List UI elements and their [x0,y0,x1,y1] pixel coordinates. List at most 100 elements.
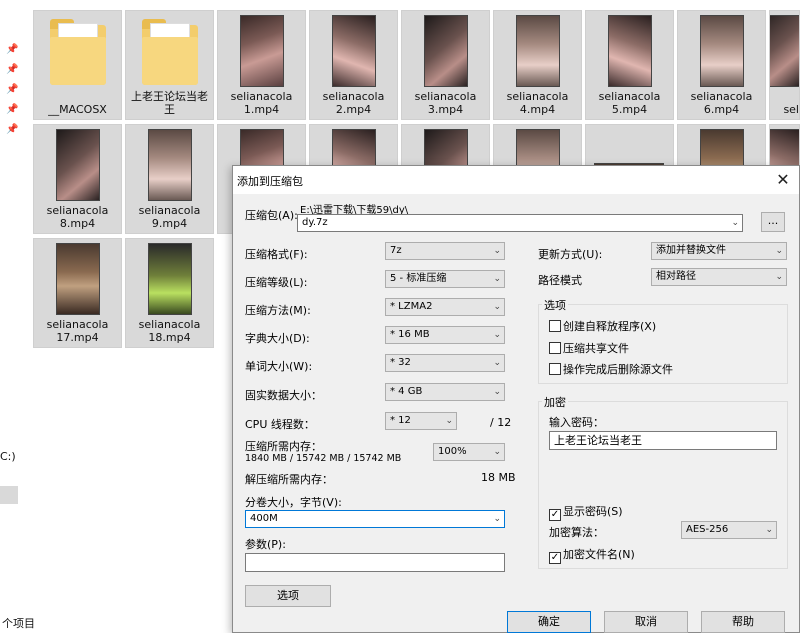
file-tile[interactable]: selianacola 4.mp4 [493,10,582,120]
file-name: selianacola 8.mp4 [46,204,109,230]
file-tile[interactable]: selianacola 6.mp4 [677,10,766,120]
word-select[interactable]: * 32 ⌄ [385,354,505,372]
pin-icon[interactable]: 📌 [6,124,18,135]
method-select[interactable]: * LZMA2 ⌄ [385,298,505,316]
folder-icon [142,19,198,85]
file-name: selianacola 17.mp4 [46,318,109,344]
file-tile[interactable]: selianacola 5.mp4 [585,10,674,120]
cpu-total: / 12 [490,416,512,429]
cpu-label: CPU 线程数： [245,418,315,431]
file-tile[interactable]: selianacola 2.mp4 [309,10,398,120]
ok-button[interactable]: 确定 [507,611,591,633]
nav-selected-item[interactable] [0,486,18,504]
file-tile[interactable]: __MACOSX [33,10,122,120]
video-thumbnail [424,15,468,87]
video-thumbnail [700,15,744,87]
solid-value: * 4 GB [390,386,423,397]
file-tile[interactable]: selianacola 9.mp4 [125,124,214,234]
close-icon[interactable]: ✕ [773,170,793,190]
dict-value: * 16 MB [390,329,430,340]
chevron-down-icon: ⌄ [493,330,501,340]
help-button[interactable]: 帮助 [701,611,785,633]
file-name: selianacola 4.mp4 [506,90,569,116]
check-icon[interactable]: ✓ [549,509,561,521]
show-password-checkbox[interactable]: ✓ 显示密码(S) [549,503,623,521]
split-value: 400M [250,513,278,524]
format-select[interactable]: 7z ⌄ [385,242,505,260]
file-name: sel [783,103,799,116]
options-button[interactable]: 选项 [245,585,331,607]
options-group-title: 选项 [542,297,568,313]
file-tile[interactable]: selianacola 17.mp4 [33,238,122,348]
video-thumbnail [332,15,376,87]
chevron-down-icon: ⌄ [445,416,453,426]
dict-label: 字典大小(D): [245,332,310,345]
chevron-down-icon: ⌄ [493,447,501,457]
show-password-label: 显示密码(S) [563,505,623,518]
file-name: selianacola 6.mp4 [690,90,753,116]
enc-method-select[interactable]: AES-256 ⌄ [681,521,777,539]
pin-icon[interactable]: 📌 [6,84,18,95]
navigation-pane: 📌 📌 📌 📌 📌 [0,0,26,633]
check-icon[interactable]: ✓ [549,552,561,564]
params-input[interactable] [245,553,505,572]
file-tile[interactable]: sel [769,10,800,120]
folder-icon [50,19,106,85]
shared-checkbox[interactable]: 压缩共享文件 [549,340,629,356]
dict-select[interactable]: * 16 MB ⌄ [385,326,505,344]
video-thumbnail [770,15,799,87]
mem-percent-select[interactable]: 100% ⌄ [433,443,505,461]
chevron-down-icon: ⌄ [765,525,773,535]
level-select[interactable]: 5 - 标准压缩 ⌄ [385,270,505,288]
checkbox-box[interactable] [549,363,561,375]
archive-name-input[interactable]: dy.7z ⌄ [297,214,743,232]
file-name: selianacola 2.mp4 [322,90,385,116]
file-tile[interactable]: selianacola 8.mp4 [33,124,122,234]
browse-button[interactable]: ... [761,212,785,232]
word-label: 单词大小(W): [245,360,313,373]
path-mode-label: 路径模式 [538,274,582,287]
solid-select[interactable]: * 4 GB ⌄ [385,383,505,401]
chevron-down-icon[interactable]: ⌄ [731,217,739,229]
chevron-down-icon: ⌄ [493,246,501,256]
cancel-button[interactable]: 取消 [604,611,688,633]
delete-source-checkbox[interactable]: 操作完成后删除源文件 [549,361,673,377]
dialog-title: 添加到压缩包 [237,175,303,188]
archive-label: 压缩包(A): [245,209,298,222]
password-input[interactable]: 上老王论坛当老王 [549,431,777,450]
format-label: 压缩格式(F): [245,248,308,261]
encryption-group-title: 加密 [542,394,568,410]
pin-icon[interactable]: 📌 [6,104,18,115]
path-mode-select[interactable]: 相对路径 ⌄ [651,268,787,286]
pin-icon[interactable]: 📌 [6,64,18,75]
pin-icon[interactable]: 📌 [6,44,18,55]
video-thumbnail [240,15,284,87]
params-label: 参数(P): [245,538,286,551]
chevron-down-icon: ⌄ [493,274,501,284]
file-tile[interactable]: selianacola 1.mp4 [217,10,306,120]
update-value: 添加并替换文件 [656,245,726,256]
chevron-down-icon: ⌄ [493,387,501,397]
file-tile[interactable]: selianacola 3.mp4 [401,10,490,120]
chevron-down-icon: ⌄ [493,358,501,368]
password-label: 输入密码： [549,416,604,429]
file-tile[interactable]: 上老王论坛当老王 [125,10,214,120]
split-size-input[interactable]: 400M ⌄ [245,510,505,528]
file-tile[interactable]: selianacola 18.mp4 [125,238,214,348]
cpu-select[interactable]: * 12 ⌄ [385,412,457,430]
archive-name-value: dy.7z [302,217,328,228]
chevron-down-icon[interactable]: ⌄ [493,513,501,525]
delete-source-label: 操作完成后删除源文件 [563,363,673,376]
checkbox-box[interactable] [549,320,561,332]
checkbox-box[interactable] [549,342,561,354]
update-select[interactable]: 添加并替换文件 ⌄ [651,242,787,260]
chevron-down-icon: ⌄ [493,302,501,312]
video-thumbnail [56,243,100,315]
encrypt-names-label: 加密文件名(N) [563,548,635,561]
shared-label: 压缩共享文件 [563,342,629,355]
dialog-titlebar[interactable]: 添加到压缩包 ✕ [233,166,799,194]
encrypt-names-checkbox[interactable]: ✓ 加密文件名(N) [549,546,635,564]
sfx-checkbox[interactable]: 创建自释放程序(X) [549,318,656,334]
level-value: 5 - 标准压缩 [390,273,447,284]
drive-label[interactable]: C:) [0,450,16,463]
